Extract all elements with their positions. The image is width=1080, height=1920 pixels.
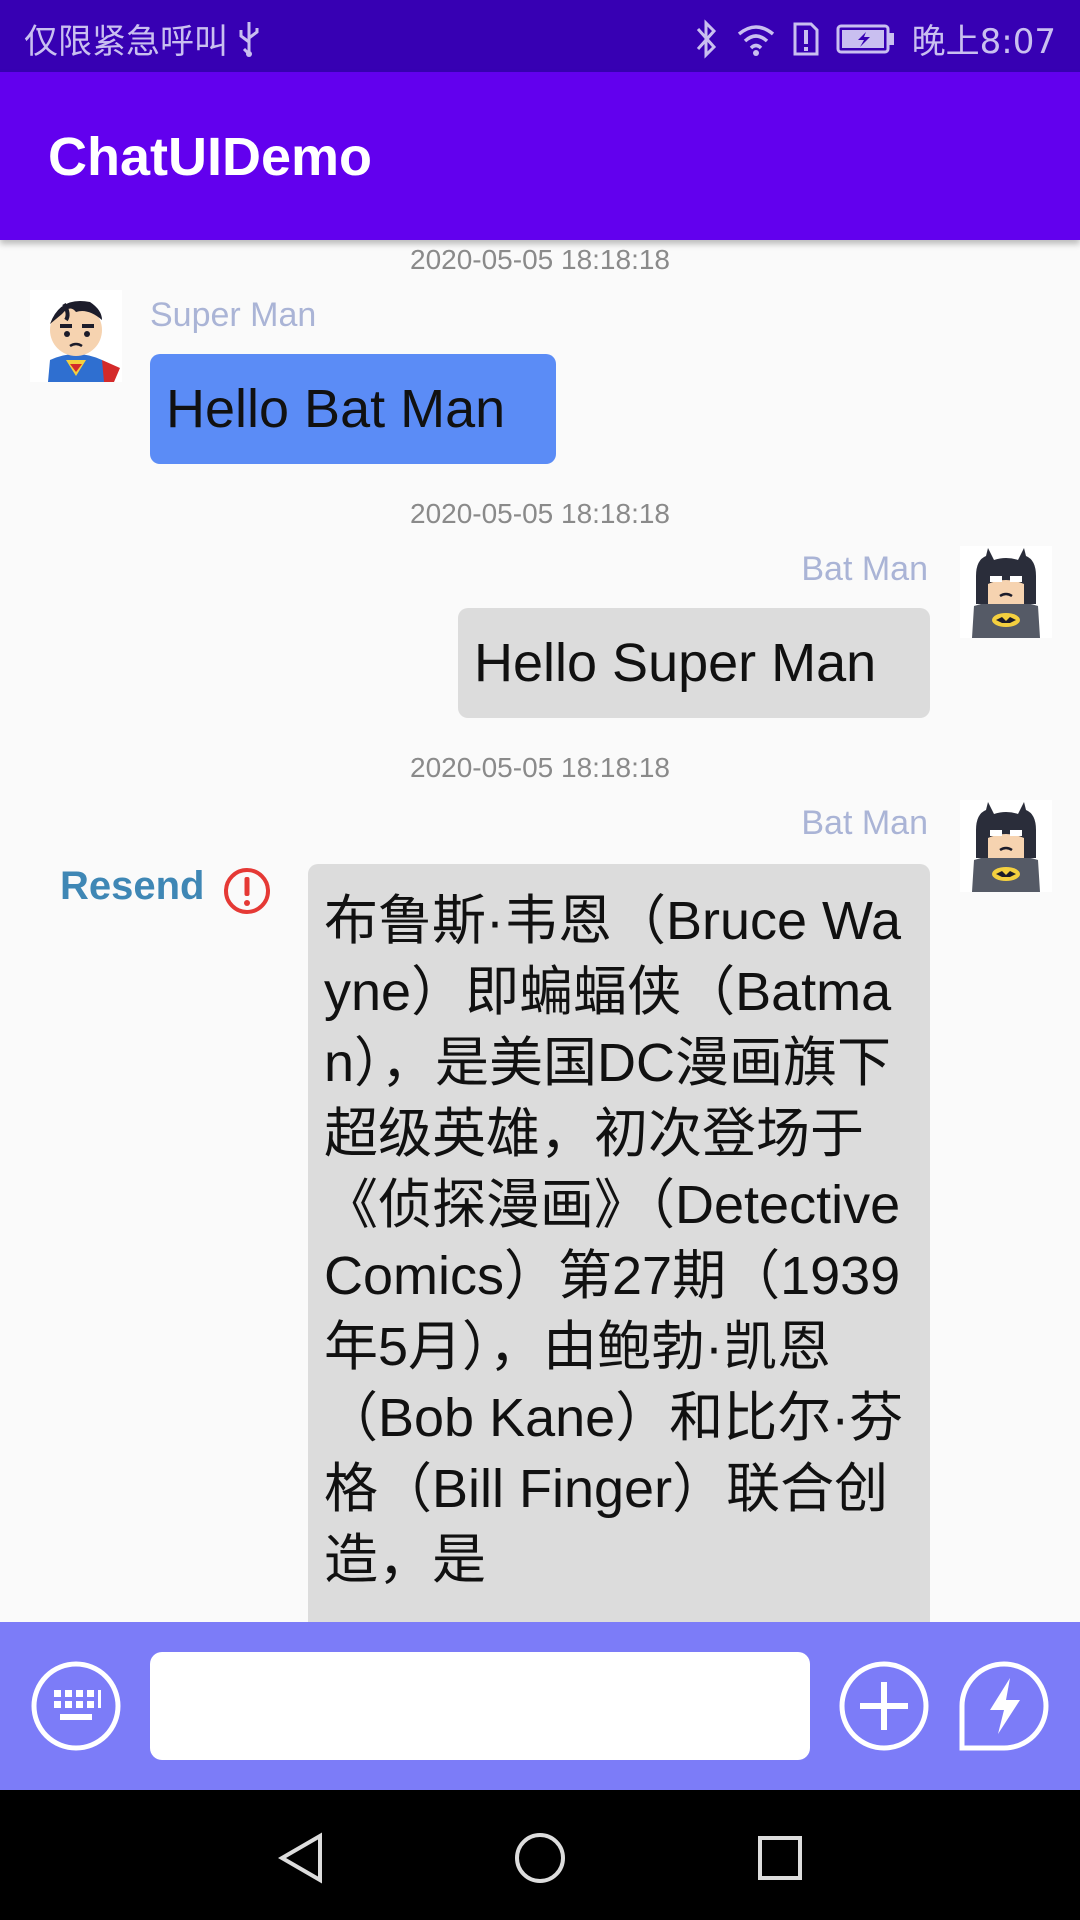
sender-name: Super Man (150, 296, 317, 334)
exclamation-circle-icon[interactable] (222, 866, 272, 916)
sender-name: Bat Man (801, 804, 928, 842)
message-timestamp: 2020-05-05 18:18:18 (410, 498, 670, 529)
carrier-text: 仅限紧急呼叫 (24, 22, 228, 62)
battery-icon (836, 23, 896, 55)
batman-avatar-icon[interactable] (960, 546, 1052, 638)
bluetooth-icon (694, 18, 720, 59)
app-bar: ChatUIDemo (0, 72, 1080, 240)
message-timestamp: 2020-05-05 18:18:18 (410, 752, 670, 783)
back-icon[interactable] (274, 1830, 330, 1886)
batman-avatar-icon[interactable] (960, 800, 1052, 892)
message-bubble[interactable]: 布鲁斯·韦恩（Bruce Wayne）即蝙蝠侠（Batman），是美国DC漫画旗… (308, 864, 930, 1622)
sim-alert-icon (792, 20, 820, 58)
keyboard-icon[interactable] (30, 1660, 122, 1752)
page-title: ChatUIDemo (48, 127, 373, 187)
message-timestamp: 2020-05-05 18:18:18 (410, 244, 670, 275)
message-bubble[interactable]: Hello Bat Man (150, 354, 556, 464)
chat-list[interactable]: 2020-05-05 18:18:18 Super Man Hello Bat … (0, 240, 1080, 1622)
message-input[interactable] (150, 1652, 810, 1760)
status-bar: 仅限紧急呼叫 晚上8:07 (0, 0, 1080, 72)
wifi-icon (736, 22, 776, 56)
sender-name: Bat Man (801, 550, 928, 588)
recents-icon[interactable] (752, 1830, 808, 1886)
home-icon[interactable] (512, 1830, 568, 1886)
message-bubble[interactable]: Hello Super Man (458, 608, 930, 718)
navigation-bar (0, 1790, 1080, 1920)
clock-text: 晚上8:07 (911, 22, 1056, 62)
status-left: 仅限紧急呼叫 (24, 14, 262, 63)
resend-button[interactable]: Resend (60, 864, 205, 909)
add-circle-icon[interactable] (838, 1660, 930, 1752)
status-right: 晚上8:07 (694, 14, 1056, 63)
lightning-icon[interactable] (958, 1660, 1050, 1752)
usb-icon (236, 20, 262, 58)
superman-avatar-icon[interactable] (30, 290, 122, 382)
input-bar (0, 1622, 1080, 1790)
